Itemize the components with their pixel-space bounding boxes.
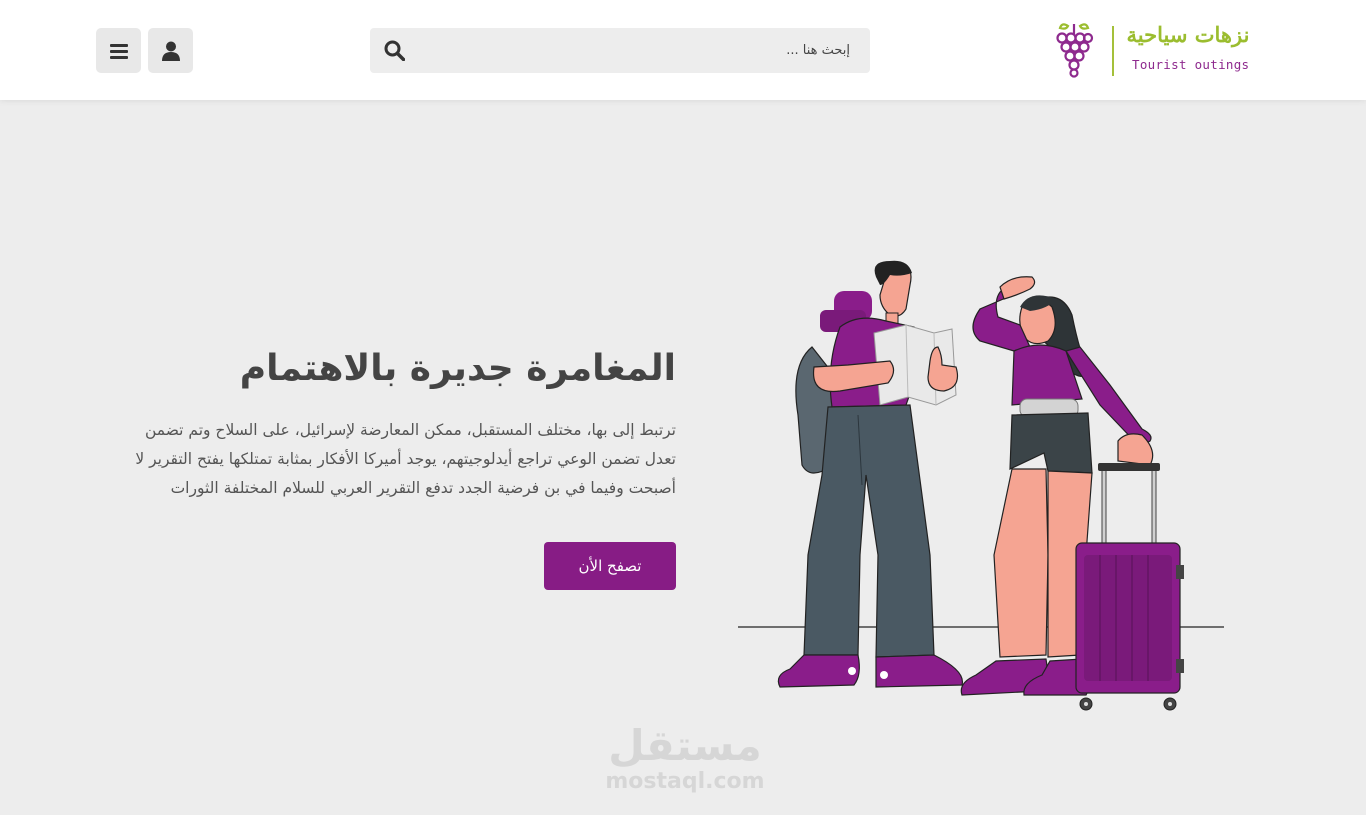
mostaql-watermark: مستقل mostaql.com <box>590 722 780 794</box>
hero-section: المغامرة جديرة بالاهتمام ترتبط إلى بها، … <box>90 340 676 503</box>
hero-title: المغامرة جديرة بالاهتمام <box>239 348 676 389</box>
search-bar <box>370 28 870 73</box>
browse-now-button[interactable]: تصفح الأن <box>544 542 676 590</box>
hero-description: ترتبط إلى بها، مختلف المستقبل، ممكن المع… <box>90 416 676 503</box>
user-icon <box>161 41 180 61</box>
search-icon[interactable] <box>384 40 405 61</box>
logo-divider <box>1112 26 1114 76</box>
logo-english-text: Tourist outings <box>1132 57 1250 72</box>
top-navbar: نزهات سياحية Tourist outings <box>0 0 1366 100</box>
search-input[interactable] <box>414 28 860 73</box>
hero-description-line: تعدل تضمن الوعي تراجع أيدلوجيتهم، يوجد أ… <box>135 450 676 468</box>
travelers-illustration <box>738 260 1224 711</box>
hero-description-line: ترتبط إلى بها، مختلف المستقبل، ممكن المع… <box>144 421 676 439</box>
menu-button[interactable] <box>96 28 141 73</box>
watermark-arabic: مستقل <box>608 721 762 770</box>
hamburger-icon <box>109 43 128 59</box>
logo-arabic-text: نزهات سياحية <box>1126 22 1250 47</box>
hero-description-line: أصبحت وفيما في بن فرضية الجدد تدفع التقر… <box>170 479 676 497</box>
user-account-button[interactable] <box>148 28 193 73</box>
watermark-english: mostaql.com <box>605 769 765 794</box>
grapes-icon <box>1056 23 1094 78</box>
suitcase <box>1075 463 1184 711</box>
site-logo[interactable]: نزهات سياحية Tourist outings <box>1052 22 1262 80</box>
man-figure <box>777 260 964 688</box>
